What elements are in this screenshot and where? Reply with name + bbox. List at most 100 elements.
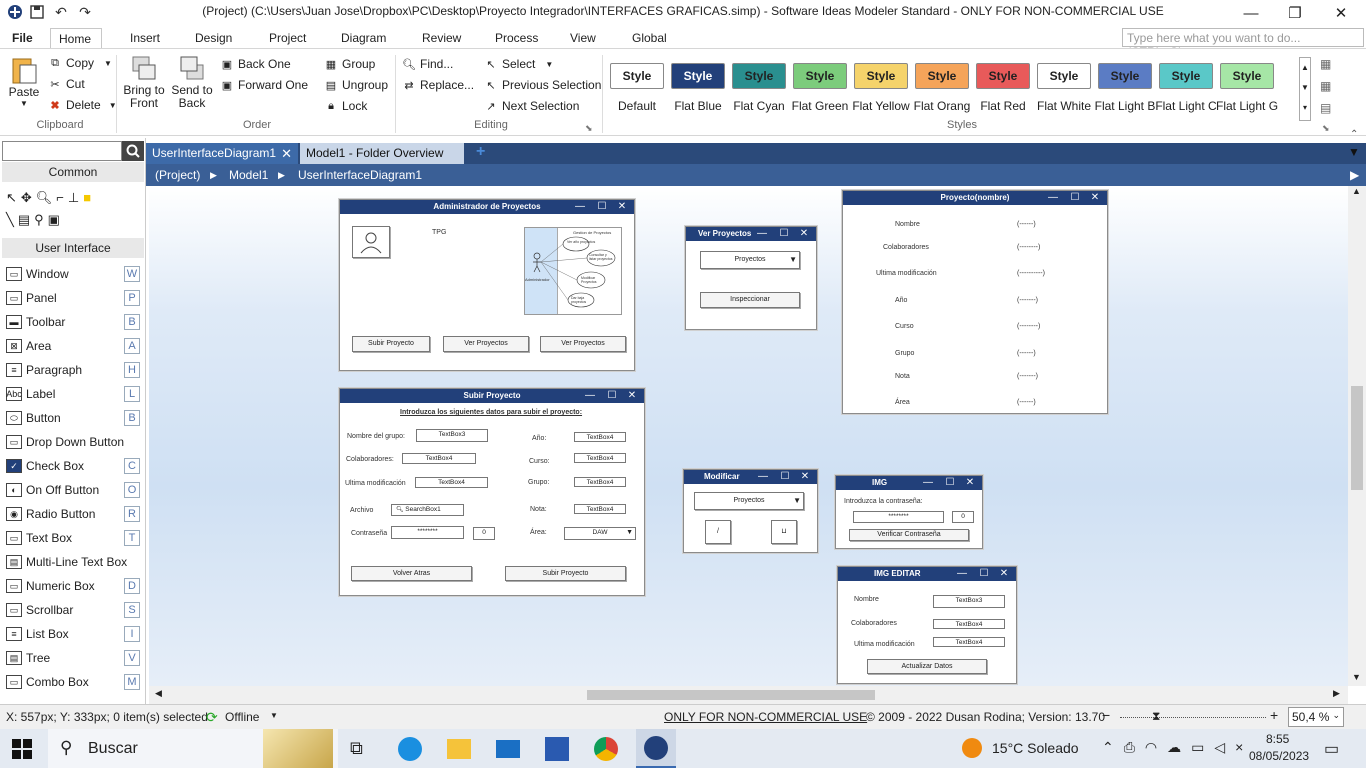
replace-button[interactable]: ⇄ Replace...: [402, 78, 474, 92]
styles-dialog-launcher-icon[interactable]: ⬊: [1322, 123, 1330, 134]
common-tools-row2[interactable]: ╲▤⚲▣: [6, 212, 64, 228]
toolbox-item[interactable]: ◉ Radio Button R: [0, 502, 145, 526]
ver-proyectos-button-2[interactable]: Ver Proyectos: [540, 336, 626, 352]
toolbox-item[interactable]: ⬭ Button B: [0, 406, 145, 430]
previous-selection-button[interactable]: ↖ Previous Selection: [484, 78, 601, 92]
collapse-ribbon-icon[interactable]: ⌃: [1350, 129, 1358, 140]
textbox4-anio[interactable]: TextBox4: [574, 432, 626, 442]
clock-date[interactable]: 08/05/2023: [1249, 749, 1309, 763]
tab-review[interactable]: Review: [414, 28, 469, 48]
proyectos-combo[interactable]: Proyectos ▼: [700, 251, 800, 269]
minimize-button[interactable]: —: [1228, 0, 1274, 26]
password-field[interactable]: ********: [391, 526, 464, 539]
forward-one-button[interactable]: ▣ Forward One: [220, 78, 308, 92]
dialog-launcher-icon[interactable]: ⬊: [585, 123, 593, 134]
toolbox-item[interactable]: ≡ List Box I: [0, 622, 145, 646]
vertical-scrollbar[interactable]: ▲ ▼: [1348, 186, 1366, 686]
zoom-slider[interactable]: [1120, 717, 1266, 718]
tabs-menu-icon[interactable]: ▼: [1348, 145, 1360, 159]
breadcrumb-diagram[interactable]: UserInterfaceDiagram1: [298, 168, 422, 182]
breadcrumb-expand-icon[interactable]: ▶: [1350, 168, 1359, 182]
mail-icon[interactable]: [496, 740, 520, 758]
toolbox-search-input[interactable]: [2, 141, 122, 161]
textbox3[interactable]: TextBox3: [416, 429, 488, 442]
mock-window-ver-proyectos[interactable]: Ver Proyectos — ☐ ✕ Proyectos ▼ Inspeccio…: [685, 226, 817, 330]
tab-home[interactable]: Home: [50, 28, 102, 48]
volver-atras-button[interactable]: Volver Atras: [351, 566, 472, 581]
zoom-in-icon[interactable]: +: [1270, 707, 1278, 723]
close-button[interactable]: ✕: [1318, 0, 1364, 26]
area-combo[interactable]: DAW ▼: [564, 527, 636, 540]
style-swatch[interactable]: Style: [1220, 63, 1274, 89]
tab-global[interactable]: Global: [624, 28, 675, 48]
license-link[interactable]: ONLY FOR NON-COMMERCIAL USE: [664, 710, 867, 724]
help-search-input[interactable]: Type here what you want to do... (CTRL+Q…: [1122, 28, 1364, 59]
bring-to-front-button[interactable]: Bring to Front: [122, 55, 166, 110]
mock-window-modificar[interactable]: Modificar — ☐ ✕ Proyectos ▼ / ⊔: [683, 469, 818, 553]
lock-button[interactable]: 🔒︎ Lock: [324, 99, 367, 113]
weather-icon[interactable]: [962, 738, 982, 758]
undo-icon[interactable]: ↶: [52, 3, 70, 21]
layout-icon[interactable]: ▦: [1320, 57, 1331, 71]
horizontal-scroll-thumb[interactable]: [587, 690, 875, 700]
chrome-icon[interactable]: [594, 737, 618, 761]
img-numeric-box[interactable]: 0: [952, 511, 974, 523]
style-swatch[interactable]: Style: [915, 63, 969, 89]
toolbox-item[interactable]: ▭ Combo Box M: [0, 670, 145, 694]
img-password-field[interactable]: ********: [853, 511, 944, 523]
windows-start-icon[interactable]: [12, 739, 32, 759]
numeric-box[interactable]: 0: [473, 527, 495, 540]
system-tray-icons[interactable]: ⌃⎙◠☁▭◁×: [1102, 739, 1253, 756]
mock-window-img-editar[interactable]: IMG EDITAR — ☐ ✕ Nombre TextBox3 Colabor…: [837, 566, 1017, 684]
searchbox1[interactable]: 🔍︎ SearchBox1: [391, 504, 464, 516]
delete-button[interactable]: ⊔: [771, 520, 797, 544]
edit-button[interactable]: /: [705, 520, 731, 544]
scroll-right-icon[interactable]: ▶: [1333, 688, 1340, 699]
tab-model1-folder-overview[interactable]: Model1 - Folder Overview: [300, 143, 464, 164]
store-icon[interactable]: [545, 737, 569, 761]
textbox4-nota[interactable]: TextBox4: [574, 504, 626, 514]
select-button[interactable]: ↖ Select ▼: [484, 57, 553, 71]
styles-scroll[interactable]: ▲ ▼ ▾: [1299, 57, 1311, 121]
textbox4-ultima[interactable]: TextBox4: [415, 477, 488, 488]
toolbox-item[interactable]: ▤ Tree V: [0, 646, 145, 670]
status-dropdown-icon[interactable]: ▼: [270, 711, 278, 720]
layout3-icon[interactable]: ▤: [1320, 101, 1331, 115]
ver-proyectos-button[interactable]: Ver Proyectos: [443, 336, 529, 352]
clock-time[interactable]: 8:55: [1266, 732, 1289, 746]
taskbar-search-box[interactable]: ⚲ Buscar: [48, 729, 338, 768]
mock-window-proyecto[interactable]: Proyecto(nombre) — ☐ ✕ Nombre (------) Col…: [842, 190, 1108, 414]
scroll-left-icon[interactable]: ◀: [155, 688, 162, 699]
next-selection-button[interactable]: ↗ Next Selection: [484, 99, 579, 113]
app-icon[interactable]: [6, 3, 24, 21]
breadcrumb-project[interactable]: (Project): [155, 168, 200, 182]
textbox4-colab[interactable]: TextBox4: [933, 619, 1005, 629]
horizontal-scrollbar[interactable]: ◀ ▶: [149, 686, 1348, 704]
back-one-button[interactable]: ▣ Back One: [220, 57, 291, 71]
textbox4-grupo[interactable]: TextBox4: [574, 477, 626, 487]
subir-proyecto-button[interactable]: Subir Proyecto: [352, 336, 430, 352]
tab-file[interactable]: File: [4, 28, 41, 48]
style-swatch[interactable]: Style: [976, 63, 1030, 89]
zoom-out-icon[interactable]: −: [1102, 707, 1110, 723]
toolbox-item[interactable]: ≡ Paragraph H: [0, 358, 145, 382]
scroll-up-icon[interactable]: ▲: [1352, 186, 1361, 196]
toolbox-item[interactable]: ◐ On Off Button O: [0, 478, 145, 502]
tab-process[interactable]: Process: [487, 28, 546, 48]
toolbox-item[interactable]: Abc Label L: [0, 382, 145, 406]
paste-button[interactable]: Paste ▼: [6, 55, 42, 108]
zoom-level-select[interactable]: 50,4 % ⌄: [1288, 707, 1344, 727]
toolbox-item[interactable]: ▬ Toolbar B: [0, 310, 145, 334]
toolbox-item[interactable]: ▭ Panel P: [0, 286, 145, 310]
delete-button[interactable]: ✖ Delete ▼: [48, 98, 116, 112]
edge-icon[interactable]: [398, 737, 422, 761]
software-ideas-taskbar-button[interactable]: [636, 729, 676, 768]
notification-icon[interactable]: ▭: [1324, 739, 1339, 759]
textbox4-colab[interactable]: TextBox4: [402, 453, 476, 464]
toolbox-section-common[interactable]: Common: [2, 162, 144, 182]
mock-window-img[interactable]: IMG — ☐ ✕ Introduzca la contraseña: ****…: [835, 475, 983, 549]
toolbox-item[interactable]: ⊠ Area A: [0, 334, 145, 358]
toolbox-item[interactable]: ▭ Text Box T: [0, 526, 145, 550]
style-swatch[interactable]: Style: [671, 63, 725, 89]
zoom-slider-thumb[interactable]: ⧗: [1152, 709, 1160, 724]
